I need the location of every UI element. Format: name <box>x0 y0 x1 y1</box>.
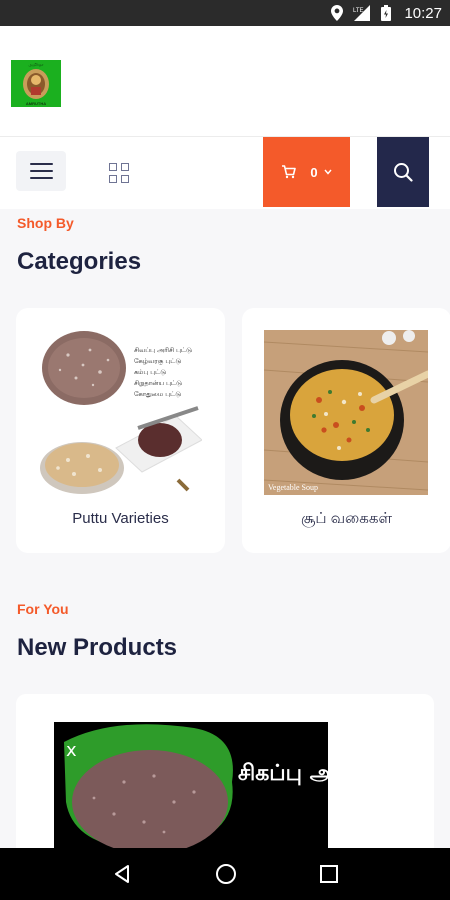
location-icon <box>331 5 344 21</box>
svg-text:சிவப்பு அரிசி புட்டு: சிவப்பு அரிசி புட்டு <box>134 346 192 354</box>
category-label: சூப் வகைகள் <box>301 510 392 527</box>
category-label: Puttu Varieties <box>72 510 169 527</box>
soup-category-image: Vegetable Soup <box>264 330 428 495</box>
logo-deity-image <box>23 69 49 99</box>
svg-text:சிகப்பு அரிசி: சிகப்பு அரிசி <box>238 761 328 786</box>
hamburger-line <box>29 170 53 172</box>
products-eyebrow: For You <box>17 601 69 617</box>
svg-text:Vegetable Soup: Vegetable Soup <box>268 483 318 492</box>
svg-text:கோதுமை புட்டு: கோதுமை புட்டு <box>134 390 181 398</box>
search-icon <box>394 163 413 182</box>
logo-header: அமிர்தா AMRUTHA <box>0 26 450 137</box>
status-time: 10:27 <box>404 4 442 22</box>
chevron-down-icon <box>324 169 332 175</box>
back-icon[interactable] <box>112 864 132 884</box>
svg-text:கம்பு புட்டு: கம்பு புட்டு <box>134 368 166 376</box>
home-icon[interactable] <box>215 863 237 885</box>
puttu-category-image: சிவப்பு அரிசி புட்டு கேழ்வரகு புட்டு கம்… <box>38 330 202 495</box>
categories-title: Categories <box>17 248 142 275</box>
category-card-puttu[interactable]: சிவப்பு அரிசி புட்டு கேழ்வரகு புட்டு கம்… <box>16 308 225 553</box>
svg-text:LTE: LTE <box>353 8 364 14</box>
signal-icon: LTE <box>353 5 371 21</box>
product-image: x சிகப்பு அரிசி <box>54 722 328 852</box>
hamburger-line <box>29 163 53 165</box>
category-card-soup[interactable]: Vegetable Soup சூப் வகைகள் <box>242 308 450 553</box>
system-nav-bar <box>0 848 450 900</box>
cart-icon <box>282 165 297 179</box>
close-x-mark: x <box>66 740 77 761</box>
logo-bottom-text: AMRUTHA <box>25 101 47 106</box>
brand-logo[interactable]: அமிர்தா AMRUTHA <box>11 60 61 107</box>
status-bar: LTE 10:27 <box>0 0 450 26</box>
toolbar: 0 <box>0 137 450 209</box>
categories-eyebrow: Shop By <box>17 215 74 231</box>
recents-icon[interactable] <box>320 865 339 883</box>
products-title: New Products <box>17 634 178 661</box>
search-button[interactable] <box>377 137 429 207</box>
cart-count: 0 <box>310 164 318 180</box>
grid-view-icon[interactable] <box>109 163 129 183</box>
hamburger-line <box>29 177 53 179</box>
svg-text:சிறுதான்ய புட்டு: சிறுதான்ய புட்டு <box>134 379 182 387</box>
battery-icon <box>381 5 392 21</box>
cart-button[interactable]: 0 <box>263 137 350 207</box>
menu-button[interactable] <box>16 151 66 191</box>
